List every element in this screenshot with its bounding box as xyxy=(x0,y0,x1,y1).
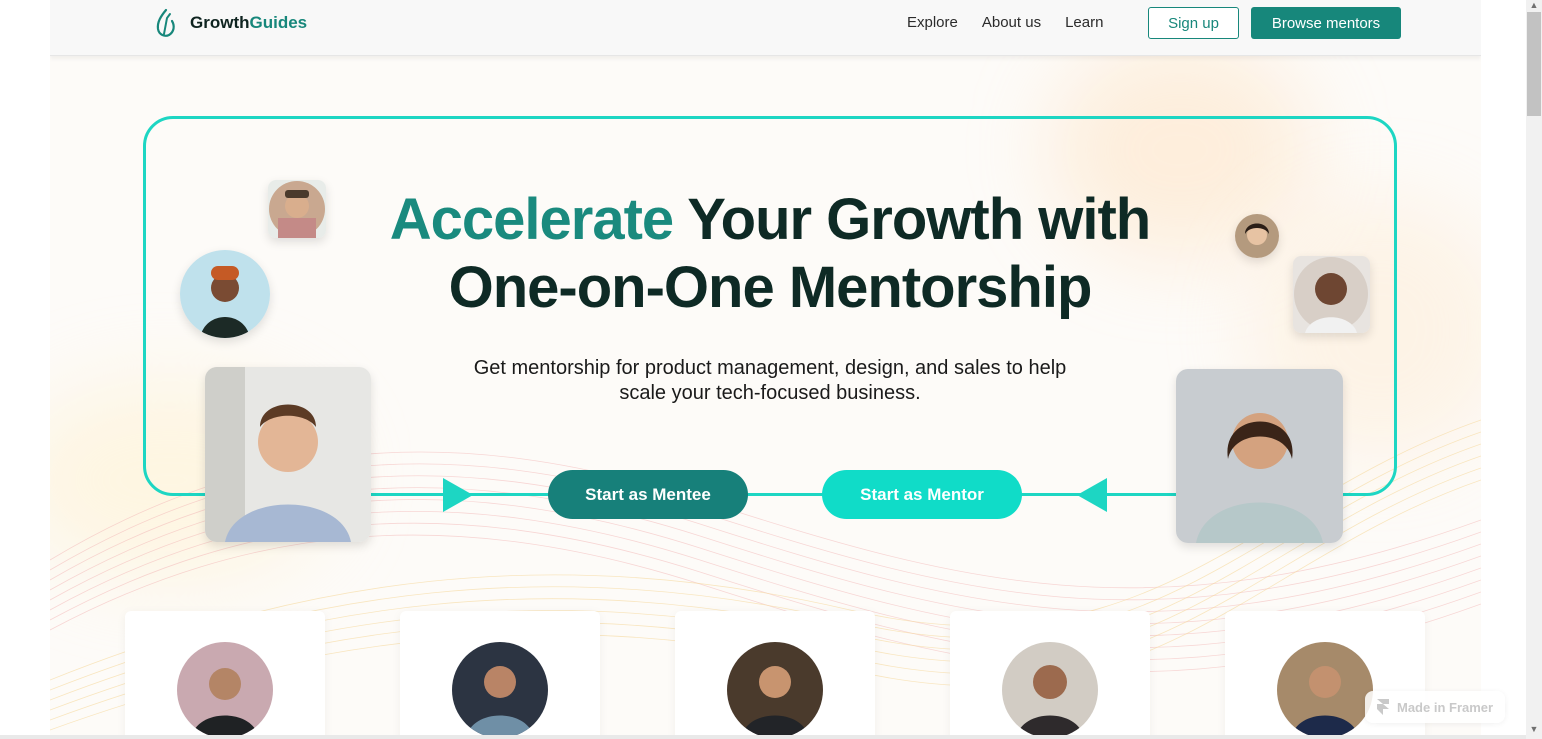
brand-name: GrowthGuides xyxy=(190,13,308,32)
made-in-framer-badge[interactable]: Made in Framer xyxy=(1365,691,1505,723)
scroll-down-icon[interactable]: ▼ xyxy=(1528,724,1540,734)
page: GrowthGuides Explore About us Learn Sign… xyxy=(50,0,1481,739)
top-navbar: GrowthGuides Explore About us Learn Sign… xyxy=(50,0,1481,56)
hero-title-line1: Your Growth with xyxy=(673,187,1151,252)
start-as-mentor-button[interactable]: Start as Mentor xyxy=(822,470,1022,519)
logo-icon xyxy=(156,8,175,37)
browse-mentors-button[interactable]: Browse mentors xyxy=(1251,7,1401,39)
horizontal-scrollbar xyxy=(0,735,1526,739)
arrow-right-icon xyxy=(443,478,473,512)
connector-line xyxy=(760,493,808,496)
hero-title: Accelerate Your Growth with One-on-One M… xyxy=(300,186,1240,322)
nav-link-learn[interactable]: Learn xyxy=(1065,14,1103,31)
mentor-avatar xyxy=(1235,214,1279,258)
start-as-mentee-button[interactable]: Start as Mentee xyxy=(548,470,748,519)
nav-link-about[interactable]: About us xyxy=(982,14,1041,31)
hero-title-line2: One-on-One Mentorship xyxy=(448,255,1093,320)
mentor-photo xyxy=(1002,642,1098,738)
main-nav: Explore About us Learn xyxy=(907,14,1103,31)
mentor-photo xyxy=(177,642,273,738)
brand-logo[interactable]: GrowthGuides xyxy=(152,8,307,38)
mentor-avatar xyxy=(1176,369,1343,543)
signup-button[interactable]: Sign up xyxy=(1148,7,1239,39)
mentor-photo xyxy=(727,642,823,738)
mentor-card[interactable] xyxy=(125,611,325,739)
scrollbar-thumb[interactable] xyxy=(1527,12,1541,116)
mentor-avatar xyxy=(180,250,270,338)
mentor-card[interactable] xyxy=(950,611,1150,739)
mentor-card[interactable] xyxy=(400,611,600,739)
mentor-avatar xyxy=(205,367,371,542)
framer-icon xyxy=(1377,699,1389,715)
scroll-up-icon[interactable]: ▲ xyxy=(1528,0,1540,10)
mentor-photo xyxy=(452,642,548,738)
nav-link-explore[interactable]: Explore xyxy=(907,14,958,31)
mentor-avatar xyxy=(1293,256,1370,333)
mentor-avatar xyxy=(268,180,326,238)
hero-subtitle: Get mentorship for product management, d… xyxy=(473,357,1067,404)
arrow-left-icon xyxy=(1077,478,1107,512)
mentor-photo xyxy=(1277,642,1373,738)
hero-title-accent: Accelerate xyxy=(389,187,674,252)
mentor-card[interactable] xyxy=(675,611,875,739)
